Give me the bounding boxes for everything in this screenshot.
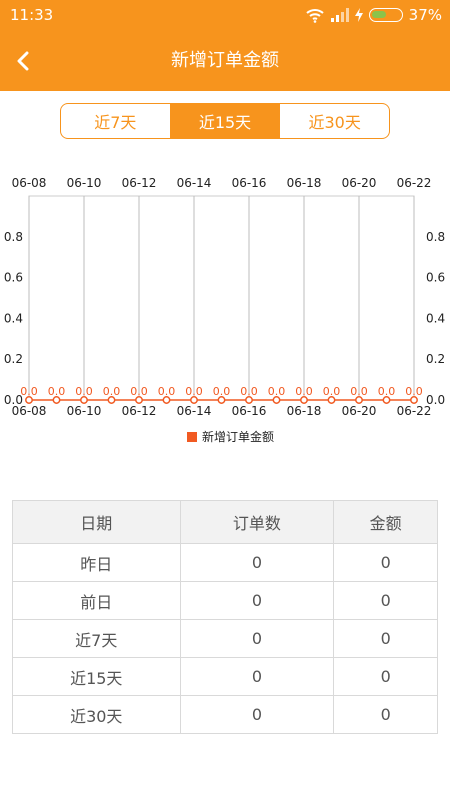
x-tick-label-bottom: 06-16 bbox=[232, 404, 267, 418]
table-row: 近15天 0 0 bbox=[12, 657, 438, 696]
battery-icon bbox=[368, 8, 403, 22]
y-tick-label-right: 0.8 bbox=[426, 230, 445, 244]
x-tick-label-bottom: 06-10 bbox=[67, 404, 102, 418]
column-header-date: 日期 bbox=[12, 500, 181, 544]
data-label: 0.0 bbox=[323, 385, 341, 398]
y-tick-label-left: 0.6 bbox=[4, 271, 23, 285]
x-tick-label-top: 06-16 bbox=[232, 176, 267, 190]
column-header-amount: 金额 bbox=[333, 500, 438, 544]
data-label: 0.0 bbox=[240, 385, 258, 398]
plot-frame bbox=[28, 195, 415, 401]
x-tick-label-top: 06-18 bbox=[287, 176, 322, 190]
cell-amount: 0 bbox=[333, 695, 438, 734]
x-tick-label-bottom: 06-14 bbox=[177, 404, 212, 418]
data-label: 0.0 bbox=[350, 385, 368, 398]
app-header: 11:33 37% 新增订单金额 bbox=[0, 0, 450, 91]
cell-amount: 0 bbox=[333, 581, 438, 620]
table-row: 近30天 0 0 bbox=[12, 695, 438, 734]
x-tick-label-top: 06-14 bbox=[177, 176, 212, 190]
status-time: 11:33 bbox=[10, 6, 54, 24]
x-tick-label-bottom: 06-18 bbox=[287, 404, 322, 418]
legend-swatch bbox=[187, 432, 197, 442]
x-tick-label-top: 06-22 bbox=[397, 176, 432, 190]
data-label: 0.0 bbox=[103, 385, 121, 398]
tab-15-days[interactable]: 近15天 bbox=[169, 104, 280, 138]
table-row: 昨日 0 0 bbox=[12, 543, 438, 582]
data-label: 0.0 bbox=[405, 385, 423, 398]
status-bar: 11:33 37% bbox=[0, 0, 450, 32]
table-row: 近7天 0 0 bbox=[12, 619, 438, 658]
cell-date: 近30天 bbox=[12, 695, 181, 734]
data-label: 0.0 bbox=[185, 385, 203, 398]
data-label: 0.0 bbox=[295, 385, 313, 398]
y-tick-label-right: 0.2 bbox=[426, 352, 445, 366]
x-tick-label-top: 06-20 bbox=[342, 176, 377, 190]
data-label: 0.0 bbox=[75, 385, 93, 398]
signal-icon bbox=[330, 8, 349, 22]
cell-orders: 0 bbox=[179, 543, 335, 582]
cell-orders: 0 bbox=[179, 581, 335, 620]
cell-orders: 0 bbox=[179, 695, 335, 734]
title-bar: 新增订单金额 bbox=[0, 32, 450, 91]
y-tick-label-left: 0.8 bbox=[4, 230, 23, 244]
cell-amount: 0 bbox=[333, 657, 438, 696]
summary-table: 日期 订单数 金额 昨日 0 0 前日 0 0 近7天 0 0 近15天 0 0… bbox=[12, 500, 438, 734]
cell-date: 近7天 bbox=[12, 619, 181, 658]
y-tick-label-left: 0.2 bbox=[4, 352, 23, 366]
y-tick-label-left: 0.4 bbox=[4, 311, 23, 325]
order-amount-chart: 06-0806-0806-1006-1006-1206-1206-1406-14… bbox=[4, 176, 445, 444]
legend-label: 新增订单金额 bbox=[202, 429, 274, 444]
data-label: 0.0 bbox=[158, 385, 176, 398]
data-label: 0.0 bbox=[48, 385, 66, 398]
table-header-row: 日期 订单数 金额 bbox=[12, 500, 438, 544]
tab-7-days[interactable]: 近7天 bbox=[61, 104, 170, 138]
data-label: 0.0 bbox=[213, 385, 231, 398]
status-icons: 37% bbox=[305, 6, 442, 24]
wifi-icon bbox=[305, 9, 324, 23]
tab-30-days[interactable]: 近30天 bbox=[279, 104, 389, 138]
data-label: 0.0 bbox=[378, 385, 396, 398]
cell-orders: 0 bbox=[179, 619, 335, 658]
x-tick-label-top: 06-08 bbox=[12, 176, 47, 190]
y-tick-label-right: 0.0 bbox=[426, 393, 445, 407]
x-tick-label-bottom: 06-20 bbox=[342, 404, 377, 418]
x-tick-label-top: 06-10 bbox=[67, 176, 102, 190]
page-title: 新增订单金额 bbox=[171, 50, 279, 71]
cell-orders: 0 bbox=[179, 657, 335, 696]
y-tick-label-right: 0.4 bbox=[426, 311, 445, 325]
charging-icon bbox=[354, 8, 363, 22]
table-row: 前日 0 0 bbox=[12, 581, 438, 620]
cell-date: 近15天 bbox=[12, 657, 181, 696]
data-label: 0.0 bbox=[130, 385, 148, 398]
column-header-orders: 订单数 bbox=[179, 500, 335, 544]
x-tick-label-bottom: 06-12 bbox=[122, 404, 157, 418]
data-label: 0.0 bbox=[20, 385, 38, 398]
x-tick-label-top: 06-12 bbox=[122, 176, 157, 190]
data-label: 0.0 bbox=[268, 385, 286, 398]
cell-date: 前日 bbox=[12, 581, 181, 620]
battery-percent: 37% bbox=[408, 6, 442, 24]
cell-amount: 0 bbox=[333, 543, 438, 582]
range-tabs: 近7天 近15天 近30天 bbox=[60, 103, 390, 139]
cell-amount: 0 bbox=[333, 619, 438, 658]
y-tick-label-right: 0.6 bbox=[426, 271, 445, 285]
cell-date: 昨日 bbox=[12, 543, 181, 582]
